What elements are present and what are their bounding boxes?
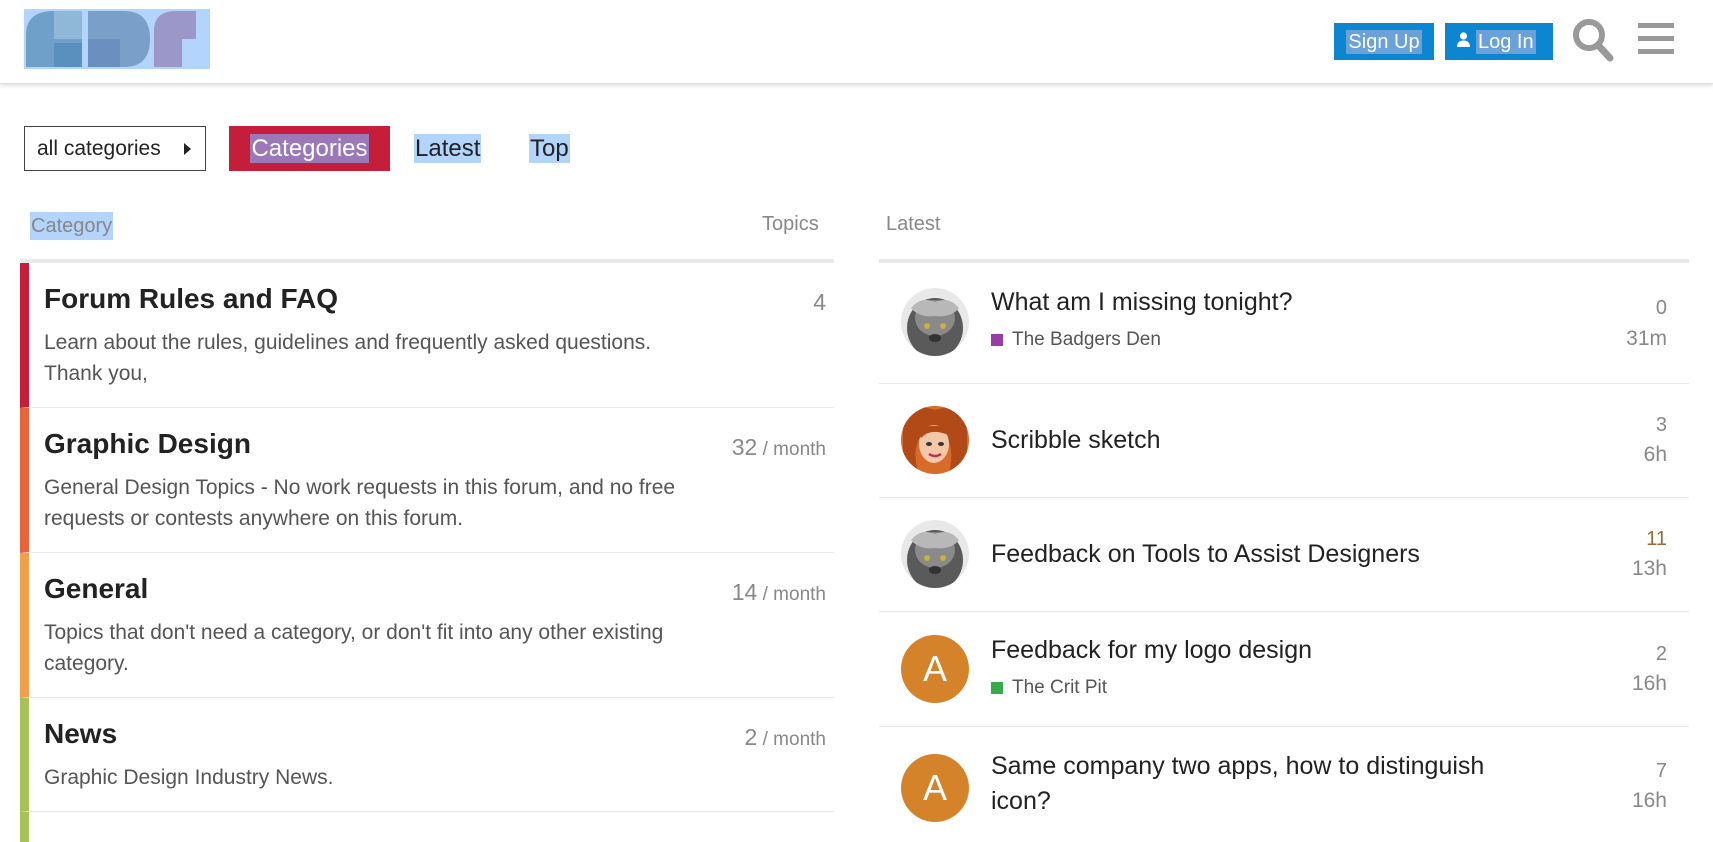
tab-latest-label: Latest [414, 134, 482, 163]
category-description: Graphic Design Industry News. [44, 766, 334, 789]
topic-category[interactable]: The Crit Pit [991, 677, 1107, 699]
category-description: Topics that don't need a category, or do… [44, 621, 664, 675]
topic-replies: 2 [1655, 643, 1667, 665]
tab-top-label: Top [529, 134, 570, 163]
topic-title[interactable]: Same company two apps, how to distinguis… [991, 749, 1551, 819]
category-row[interactable]: General Topics that don't need a categor… [20, 553, 834, 698]
topic-title[interactable]: Scribble sketch [991, 423, 1551, 458]
search-icon[interactable] [1572, 18, 1614, 62]
category-count-value: 14 [731, 579, 758, 605]
cat-avatar[interactable] [901, 288, 969, 356]
topic-row[interactable]: Feedback on Tools to Assist Designers 11… [879, 498, 1689, 612]
letter-avatar[interactable]: A [901, 635, 969, 703]
category-dropdown-label: all categories [37, 136, 161, 160]
letter-avatar[interactable]: A [901, 754, 969, 822]
topic-category-label: The Badgers Den [1012, 329, 1161, 350]
topic-title[interactable]: Feedback on Tools to Assist Designers [991, 537, 1551, 572]
column-header-topics: Topics [762, 213, 819, 235]
category-count-value: 2 [744, 724, 758, 750]
category-description: Learn about the rules, guidelines and fr… [44, 331, 652, 385]
tab-categories-label: Categories [250, 134, 369, 163]
topic-replies: 7 [1655, 760, 1667, 782]
caret-right-icon [184, 143, 191, 155]
category-name[interactable]: Forum Rules and FAQ [44, 283, 338, 315]
category-topic-count: 32 / month [732, 434, 826, 461]
tab-top[interactable]: Top [523, 126, 576, 171]
category-dropdown[interactable]: all categories [24, 126, 206, 171]
topic-row[interactable]: A Feedback for my logo design The Crit P… [879, 612, 1689, 727]
category-row[interactable]: News Graphic Design Industry News. 2 / m… [20, 698, 834, 812]
topic-age[interactable]: 16h [1632, 789, 1667, 813]
tab-latest[interactable]: Latest [408, 126, 487, 171]
hamburger-menu-icon[interactable] [1638, 22, 1674, 56]
topic-replies: 3 [1655, 414, 1667, 436]
topic-row[interactable]: A Same company two apps, how to distingu… [879, 727, 1689, 827]
topic-category[interactable]: The Badgers Den [991, 329, 1161, 351]
category-topic-count: 2 / month [745, 724, 826, 751]
topic-replies: 0 [1655, 297, 1667, 319]
category-color-swatch [991, 682, 1003, 694]
topic-age[interactable]: 16h [1632, 672, 1667, 696]
category-name[interactable]: News [44, 718, 117, 750]
topic-replies: 11 [1646, 528, 1667, 550]
column-header-category: Category [30, 212, 114, 240]
log-in-button[interactable]: Log In [1445, 23, 1553, 60]
sign-up-label: Sign Up [1346, 29, 1422, 54]
category-name[interactable]: Graphic Design [44, 428, 251, 460]
column-header-latest: Latest [886, 213, 941, 235]
category-color-swatch [991, 334, 1003, 346]
topic-age[interactable]: 6h [1644, 443, 1667, 467]
category-count-unit: / month [757, 729, 826, 750]
category-count-unit: / month [757, 584, 826, 605]
topic-title[interactable]: What am I missing tonight? [991, 285, 1551, 320]
category-count-value: 4 [813, 289, 826, 315]
woman-avatar[interactable] [901, 406, 969, 474]
category-row[interactable]: Graphic Design General Design Topics - N… [20, 408, 834, 553]
topic-row[interactable]: What am I missing tonight? The Badgers D… [879, 263, 1689, 384]
category-list: Forum Rules and FAQ Learn about the rule… [20, 259, 834, 842]
topic-category-label: The Crit Pit [1012, 677, 1108, 698]
category-description: General Design Topics - No work requests… [44, 476, 676, 530]
category-row-partial [20, 812, 834, 842]
cat-avatar[interactable] [901, 520, 969, 588]
topic-row[interactable]: Scribble sketch 3 6h [879, 384, 1689, 498]
category-row[interactable]: Forum Rules and FAQ Learn about the rule… [20, 263, 834, 408]
site-header: Sign Up Log In [0, 0, 1713, 84]
log-in-label: Log In [1476, 29, 1536, 54]
category-count-value: 32 [731, 434, 758, 460]
tab-categories[interactable]: Categories [229, 126, 390, 171]
topic-age[interactable]: 13h [1632, 557, 1667, 581]
category-topic-count: 14 / month [732, 579, 826, 606]
category-topic-count: 4 [813, 289, 826, 316]
category-count-unit: / month [757, 439, 826, 460]
site-logo[interactable] [24, 9, 210, 69]
user-icon [1457, 30, 1470, 53]
topic-title[interactable]: Feedback for my logo design [991, 633, 1551, 668]
topic-age[interactable]: 31m [1626, 327, 1667, 351]
latest-topics-list: What am I missing tonight? The Badgers D… [879, 259, 1689, 827]
category-name[interactable]: General [44, 573, 148, 605]
sign-up-button[interactable]: Sign Up [1334, 23, 1434, 60]
